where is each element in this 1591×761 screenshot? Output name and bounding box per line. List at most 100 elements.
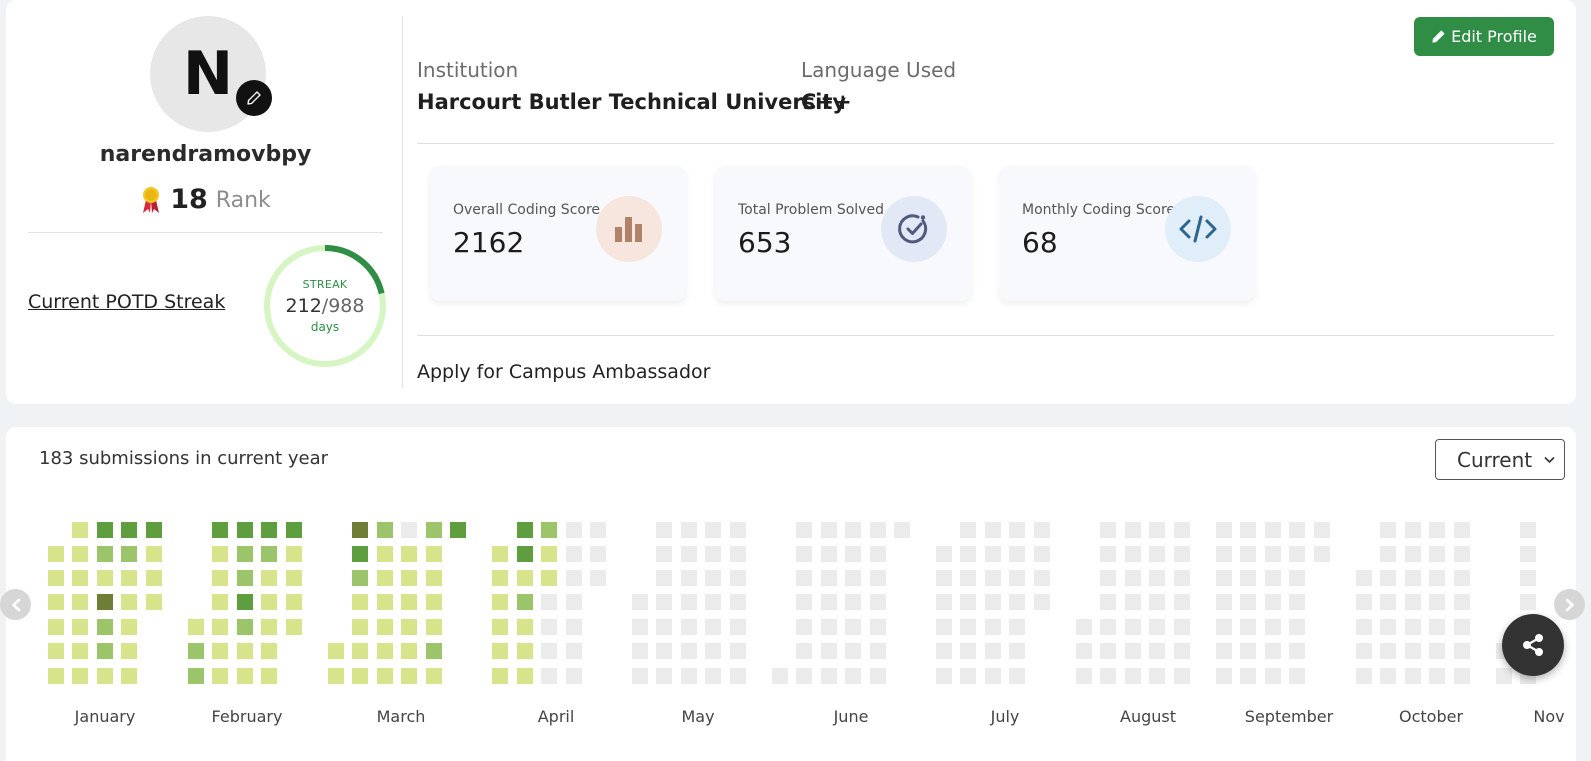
- heatmap-cell: [821, 668, 837, 684]
- heatmap-cell: [821, 594, 837, 610]
- heatmap-cell: [1125, 643, 1141, 659]
- language-value: C++: [801, 90, 852, 114]
- heatmap-prev-button[interactable]: [0, 589, 31, 620]
- heatmap-cell: [796, 619, 812, 635]
- heatmap-cell: [97, 619, 113, 635]
- heatmap-cell: [590, 522, 606, 538]
- edit-avatar-button[interactable]: [236, 80, 272, 116]
- share-icon: [1523, 634, 1543, 656]
- heatmap-cell: [377, 522, 393, 538]
- share-button[interactable]: [1502, 614, 1564, 676]
- heatmap-cell: [730, 619, 746, 635]
- heatmap-cell: [1454, 594, 1470, 610]
- heatmap-cell: [212, 546, 228, 562]
- heatmap-cell: [72, 594, 88, 610]
- heatmap-cell: [541, 594, 557, 610]
- year-select[interactable]: Current: [1435, 439, 1565, 480]
- heatmap-cell: [1009, 643, 1025, 659]
- institution-value: Harcourt Butler Technical University: [417, 90, 847, 114]
- heatmap-cell: [705, 570, 721, 586]
- heatmap-cell: [1405, 522, 1421, 538]
- heatmap-cell: [1009, 546, 1025, 562]
- heatmap-cell: [541, 619, 557, 635]
- heatmap-cell: [590, 570, 606, 586]
- heatmap-cell: [352, 522, 368, 538]
- heatmap-cell: [212, 522, 228, 538]
- heatmap-cell: [1149, 643, 1165, 659]
- heatmap-cell: [845, 643, 861, 659]
- heatmap-cell: [1405, 594, 1421, 610]
- heatmap-cell: [541, 643, 557, 659]
- heatmap-cell: [426, 522, 442, 538]
- heatmap-cell: [1174, 570, 1190, 586]
- heatmap-cell: [261, 546, 277, 562]
- heatmap-cell: [1520, 522, 1536, 538]
- heatmap-cell: [1380, 522, 1396, 538]
- heatmap-cell: [1009, 619, 1025, 635]
- heatmap-cell: [1496, 668, 1512, 684]
- heatmap-cell: [72, 522, 88, 538]
- heatmap-cell: [936, 546, 952, 562]
- heatmap-cell: [656, 522, 672, 538]
- language-label: Language Used: [801, 58, 957, 82]
- chevron-left-icon: [11, 598, 20, 611]
- heatmap-cell: [377, 594, 393, 610]
- heatmap-cell: [796, 643, 812, 659]
- heatmap-cell: [656, 619, 672, 635]
- institution-label: Institution: [417, 58, 519, 82]
- heatmap-cell: [1100, 619, 1116, 635]
- heatmap-cell: [632, 643, 648, 659]
- heatmap-cell: [1405, 643, 1421, 659]
- heatmap-next-button[interactable]: [1554, 589, 1585, 620]
- stat-label: Overall Coding Score: [453, 202, 601, 218]
- heatmap-cell: [960, 668, 976, 684]
- heatmap-cell: [72, 668, 88, 684]
- pencil-icon: [1432, 30, 1445, 43]
- username: narendramovbpy: [99, 142, 312, 167]
- heatmap-cell: [705, 619, 721, 635]
- heatmap-cell: [845, 619, 861, 635]
- heatmap-cell: [796, 570, 812, 586]
- heatmap-cell: [1380, 643, 1396, 659]
- heatmap-cell: [517, 546, 533, 562]
- heatmap-cell: [492, 546, 508, 562]
- heatmap-cell: [1454, 668, 1470, 684]
- heatmap-cell: [1429, 546, 1445, 562]
- heatmap-cell: [541, 546, 557, 562]
- heatmap-cell: [845, 522, 861, 538]
- heatmap-cell: [1125, 570, 1141, 586]
- heatmap-cell: [492, 594, 508, 610]
- heatmap-cell: [1265, 522, 1281, 538]
- streak-current: 212: [285, 295, 322, 317]
- heatmap-cell: [146, 522, 162, 538]
- heatmap-cell: [681, 522, 697, 538]
- heatmap-cell: [1429, 668, 1445, 684]
- heatmap-cell: [352, 570, 368, 586]
- heatmap-cell: [870, 594, 886, 610]
- heatmap-cell: [352, 668, 368, 684]
- month-label-july: July: [990, 707, 1020, 726]
- heatmap-cell: [212, 643, 228, 659]
- heatmap-cell: [1429, 619, 1445, 635]
- potd-streak-link[interactable]: Current POTD Streak: [28, 291, 225, 313]
- heatmap-cell: [328, 668, 344, 684]
- heatmap-cell: [517, 522, 533, 538]
- heatmap-cell: [1380, 570, 1396, 586]
- heatmap-cell: [1454, 522, 1470, 538]
- heatmap-cell: [1520, 594, 1536, 610]
- heatmap-cell: [121, 570, 137, 586]
- heatmap-cell: [566, 570, 582, 586]
- heatmap-cell: [1125, 594, 1141, 610]
- edit-profile-button[interactable]: Edit Profile: [1414, 17, 1554, 56]
- heatmap-cell: [1289, 668, 1305, 684]
- heatmap-cell: [845, 570, 861, 586]
- heatmap-cell: [541, 570, 557, 586]
- heatmap-cell: [212, 570, 228, 586]
- month-label-february: February: [211, 707, 283, 726]
- heatmap-cell: [1125, 522, 1141, 538]
- heatmap-cell: [72, 546, 88, 562]
- campus-ambassador-link[interactable]: Apply for Campus Ambassador: [417, 361, 710, 383]
- month-label-august: August: [1120, 707, 1176, 726]
- heatmap-cell: [681, 594, 697, 610]
- heatmap-cell: [1216, 619, 1232, 635]
